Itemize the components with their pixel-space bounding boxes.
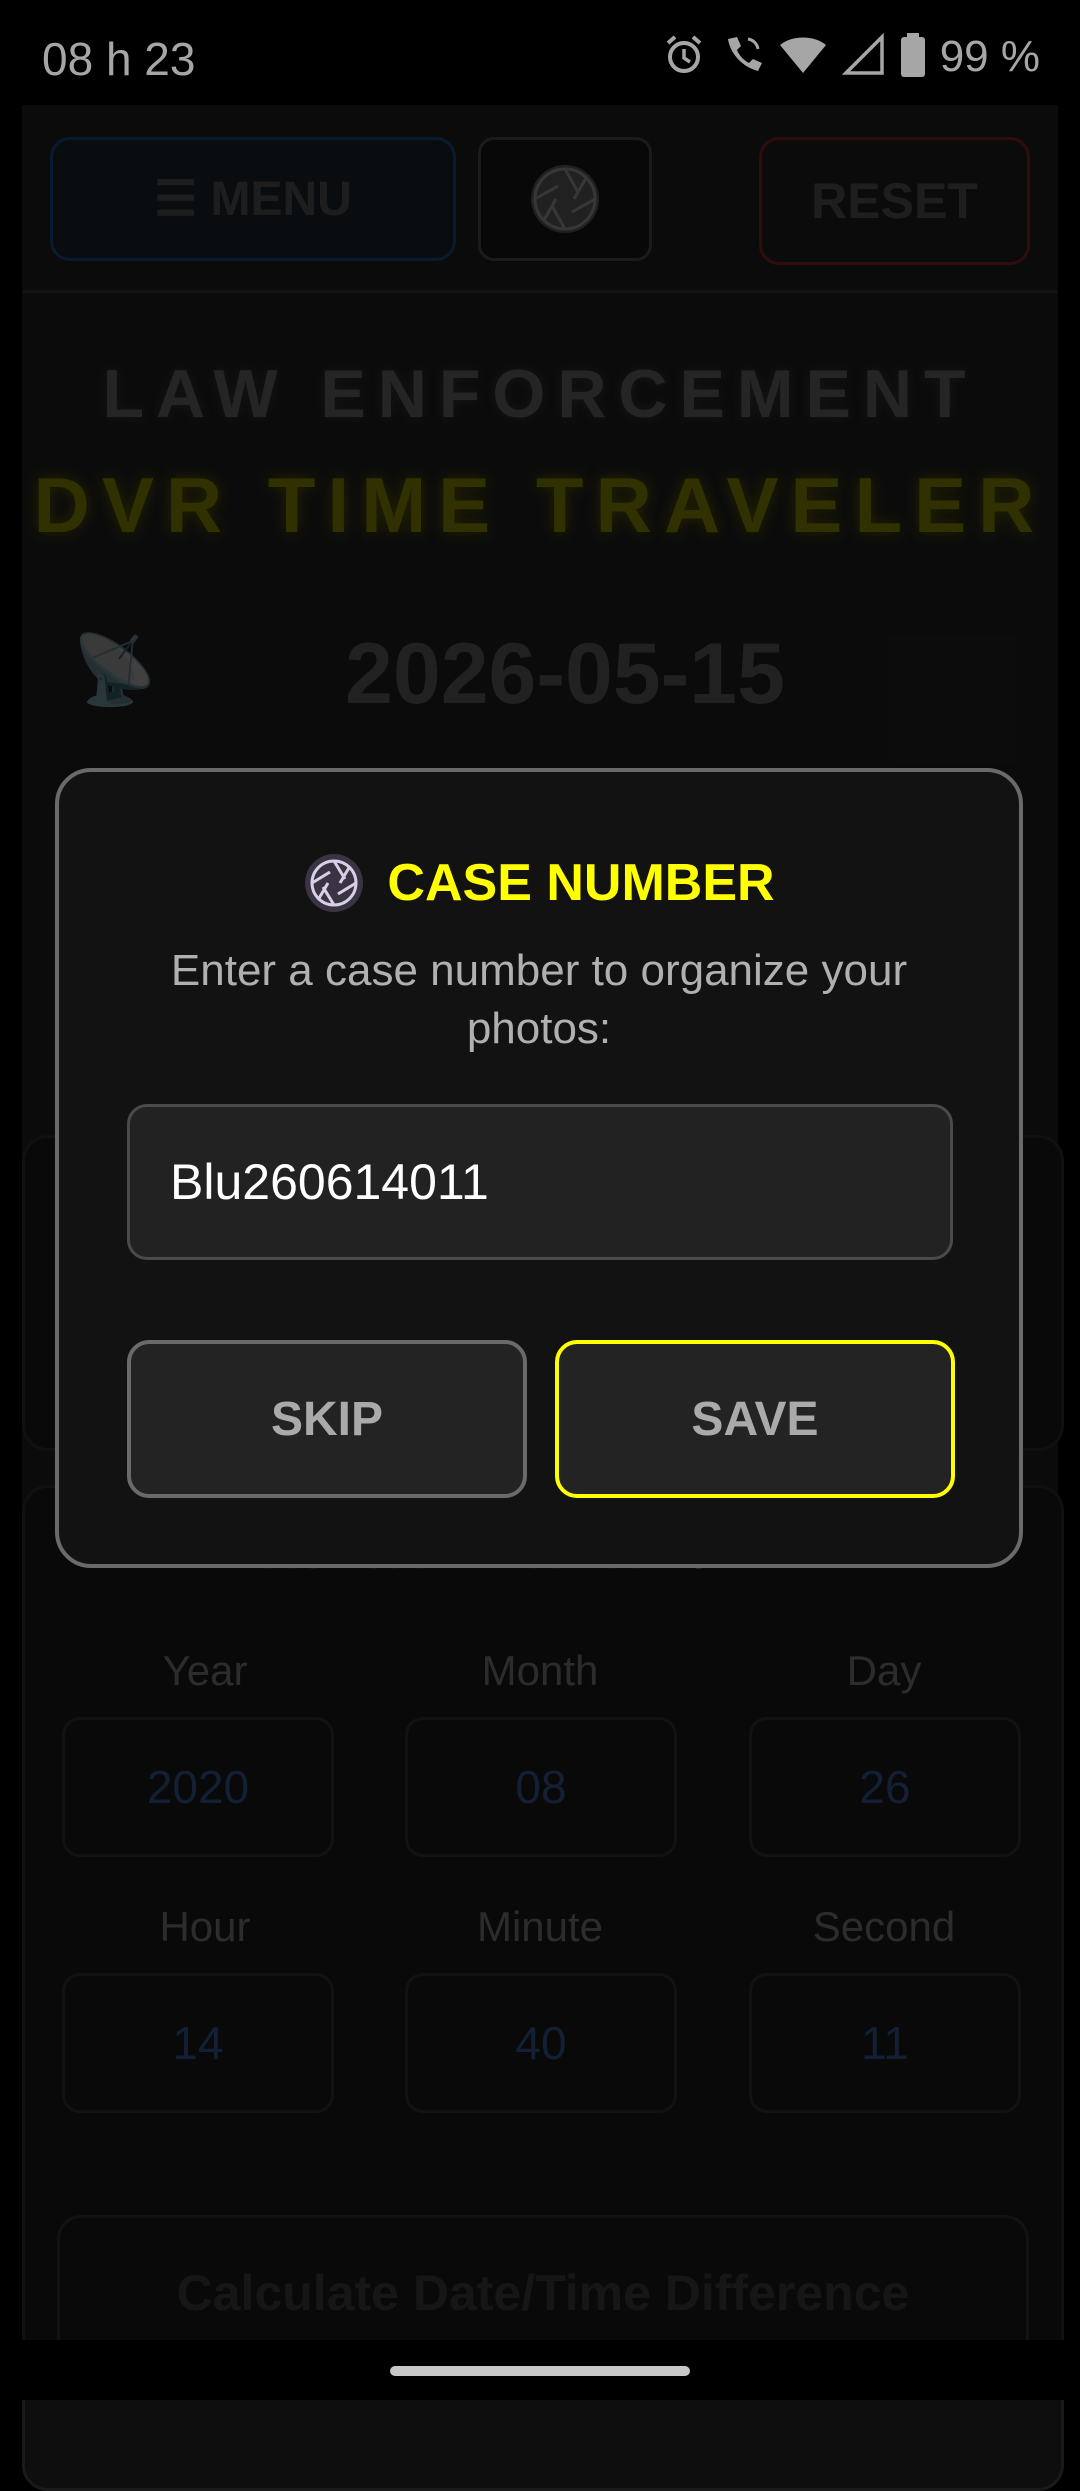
home-gesture-handle[interactable] — [390, 2366, 690, 2376]
dialog-title: CASE NUMBER — [387, 854, 775, 912]
navigation-bar — [0, 2340, 1080, 2400]
case-number-input[interactable] — [127, 1104, 953, 1260]
skip-button[interactable]: SKIP — [127, 1340, 527, 1498]
dialog-header: CASE NUMBER — [59, 852, 1019, 914]
dialog-description: Enter a case number to organize your pho… — [170, 946, 908, 1053]
case-number-dialog: CASE NUMBER Enter a case number to organ… — [55, 768, 1023, 1568]
save-button[interactable]: SAVE — [555, 1340, 955, 1498]
camera-shutter-icon — [305, 854, 364, 912]
